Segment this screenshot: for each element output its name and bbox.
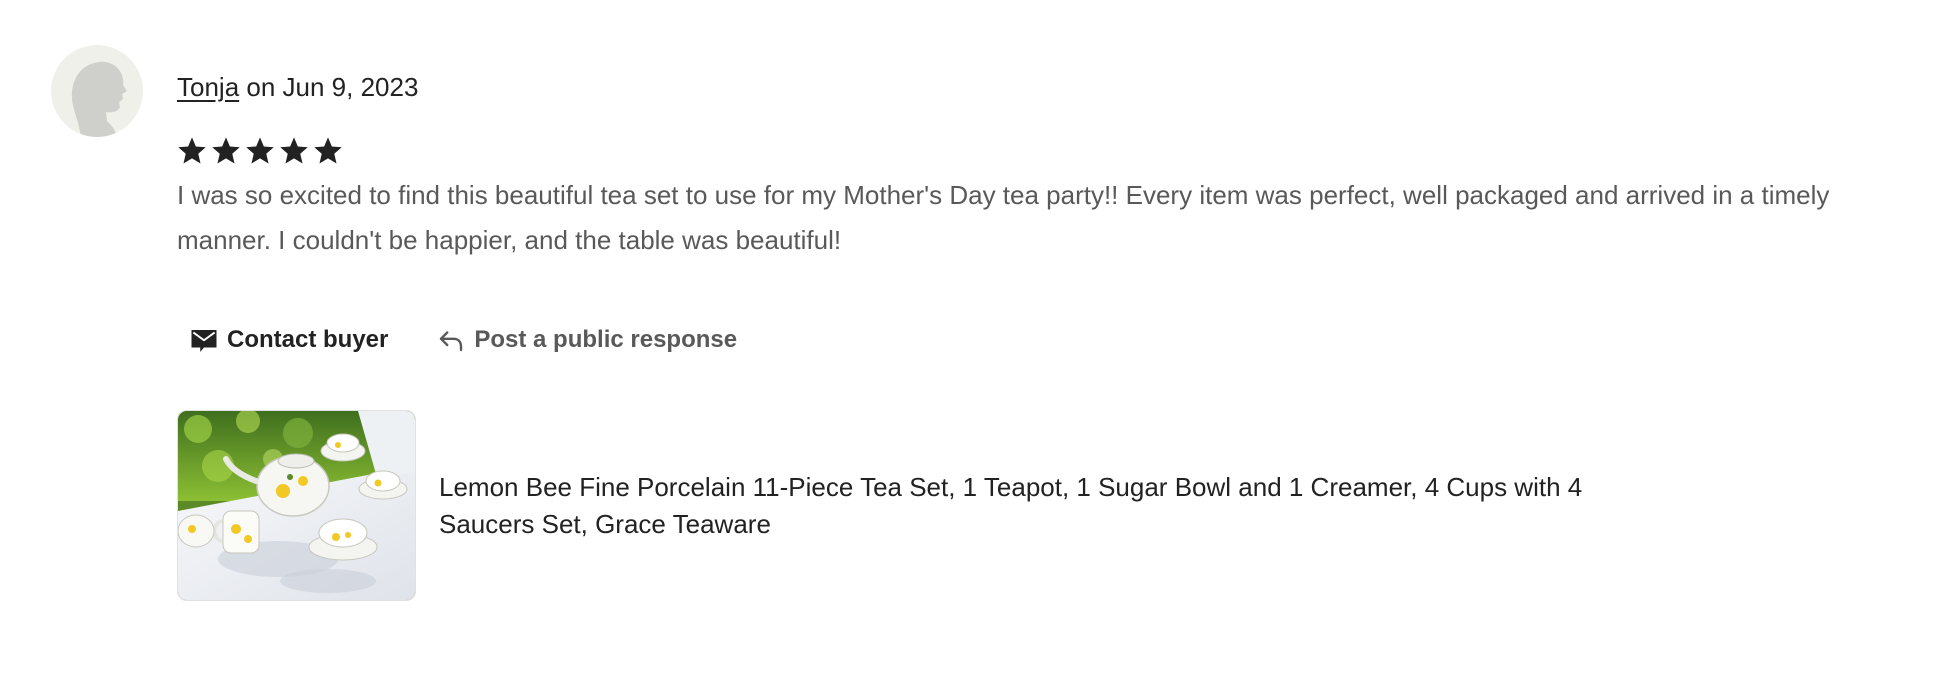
listing-link[interactable]: Lemon Bee Fine Porcelain 11-Piece Tea Se… (177, 410, 1659, 601)
contact-buyer-label: Contact buyer (227, 326, 389, 353)
star-icon (212, 137, 240, 164)
post-public-response-button[interactable]: Post a public response (436, 325, 737, 355)
star-icon (246, 137, 274, 164)
star-icon (178, 137, 206, 164)
review-actions: Contact buyer Post a public response (189, 325, 737, 355)
listing-title: Lemon Bee Fine Porcelain 11-Piece Tea Se… (439, 471, 1583, 539)
review-date: on Jun 9, 2023 (239, 72, 419, 102)
listing-thumbnail (177, 410, 416, 601)
contact-buyer-button[interactable]: Contact buyer (189, 325, 388, 355)
person-silhouette-icon (71, 61, 127, 137)
post-public-response-label: Post a public response (474, 326, 738, 353)
reply-arrow-icon (440, 331, 463, 352)
reviewer-name-link[interactable]: Tonja (177, 72, 239, 102)
review-text: I was so excited to find this beautiful … (177, 180, 1830, 255)
star-icon (314, 137, 342, 164)
review-card: Tonja on Jun 9, 2023 I was so excited to… (0, 0, 1946, 675)
star-rating (176, 135, 344, 167)
star-icon (280, 137, 308, 164)
review-byline: Tonja on Jun 9, 2023 (177, 70, 418, 104)
avatar[interactable] (51, 45, 143, 137)
envelope-icon (191, 330, 217, 352)
